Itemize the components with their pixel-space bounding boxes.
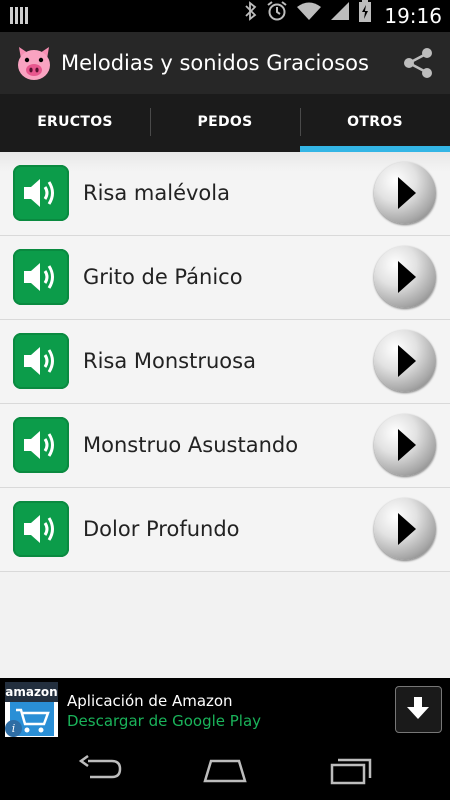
wifi-icon (296, 0, 322, 32)
sound-label: Grito de Pánico (83, 265, 243, 289)
navigation-bar (0, 740, 450, 800)
amazon-logo[interactable]: amazon i (5, 682, 58, 737)
alarm-icon (266, 0, 288, 33)
speaker-icon[interactable] (13, 417, 69, 473)
home-icon[interactable] (203, 755, 247, 785)
speaker-icon[interactable] (13, 165, 69, 221)
back-icon[interactable] (78, 754, 122, 785)
sound-label: Monstruo Asustando (83, 433, 299, 457)
tab-bar: ERUCTOS PEDOS OTROS (0, 94, 450, 152)
tab-pedos[interactable]: PEDOS (150, 94, 300, 152)
tab-otros[interactable]: OTROS (300, 94, 450, 152)
speaker-icon[interactable] (13, 333, 69, 389)
tab-eructos[interactable]: ERUCTOS (0, 94, 150, 152)
share-icon[interactable] (400, 45, 436, 81)
speaker-icon[interactable] (13, 501, 69, 557)
bluetooth-icon (244, 0, 258, 32)
list-item[interactable]: Grito de Pánico (0, 236, 450, 320)
ad-subtitle: Descargar de Google Play (67, 712, 262, 730)
app-title: Melodias y sonidos Graciosos (61, 51, 369, 75)
sound-list: Risa malévola Grito de Pánico Risa Monst… (0, 152, 450, 572)
play-button[interactable] (374, 246, 436, 308)
signal-bars-icon (10, 7, 30, 25)
ad-banner[interactable]: amazon i Aplicación de Amazon Descargar … (0, 678, 450, 740)
ad-title: Aplicación de Amazon (67, 692, 233, 710)
action-bar: Melodias y sonidos Graciosos (0, 32, 450, 94)
play-button[interactable] (374, 414, 436, 476)
play-button[interactable] (374, 330, 436, 392)
list-item[interactable]: Monstruo Asustando (0, 404, 450, 488)
sound-label: Dolor Profundo (83, 517, 240, 541)
pig-face-icon (14, 43, 54, 83)
speaker-icon[interactable] (13, 249, 69, 305)
sound-label: Risa malévola (83, 181, 230, 205)
ad-info-icon[interactable]: i (5, 720, 22, 737)
play-button[interactable] (374, 162, 436, 224)
status-time: 19:16 (384, 4, 442, 28)
list-item[interactable]: Dolor Profundo (0, 488, 450, 572)
download-button[interactable] (395, 686, 442, 733)
recent-apps-icon[interactable] (330, 755, 374, 785)
battery-charging-icon (358, 0, 372, 33)
download-arrow-icon (407, 697, 429, 719)
play-button[interactable] (374, 498, 436, 560)
sound-label: Risa Monstruosa (83, 349, 256, 373)
list-item[interactable]: Risa Monstruosa (0, 320, 450, 404)
ad-brand: amazon (5, 682, 58, 702)
list-item[interactable]: Risa malévola (0, 152, 450, 236)
cell-signal-icon (330, 0, 350, 32)
status-bar: 19:16 (0, 0, 450, 32)
